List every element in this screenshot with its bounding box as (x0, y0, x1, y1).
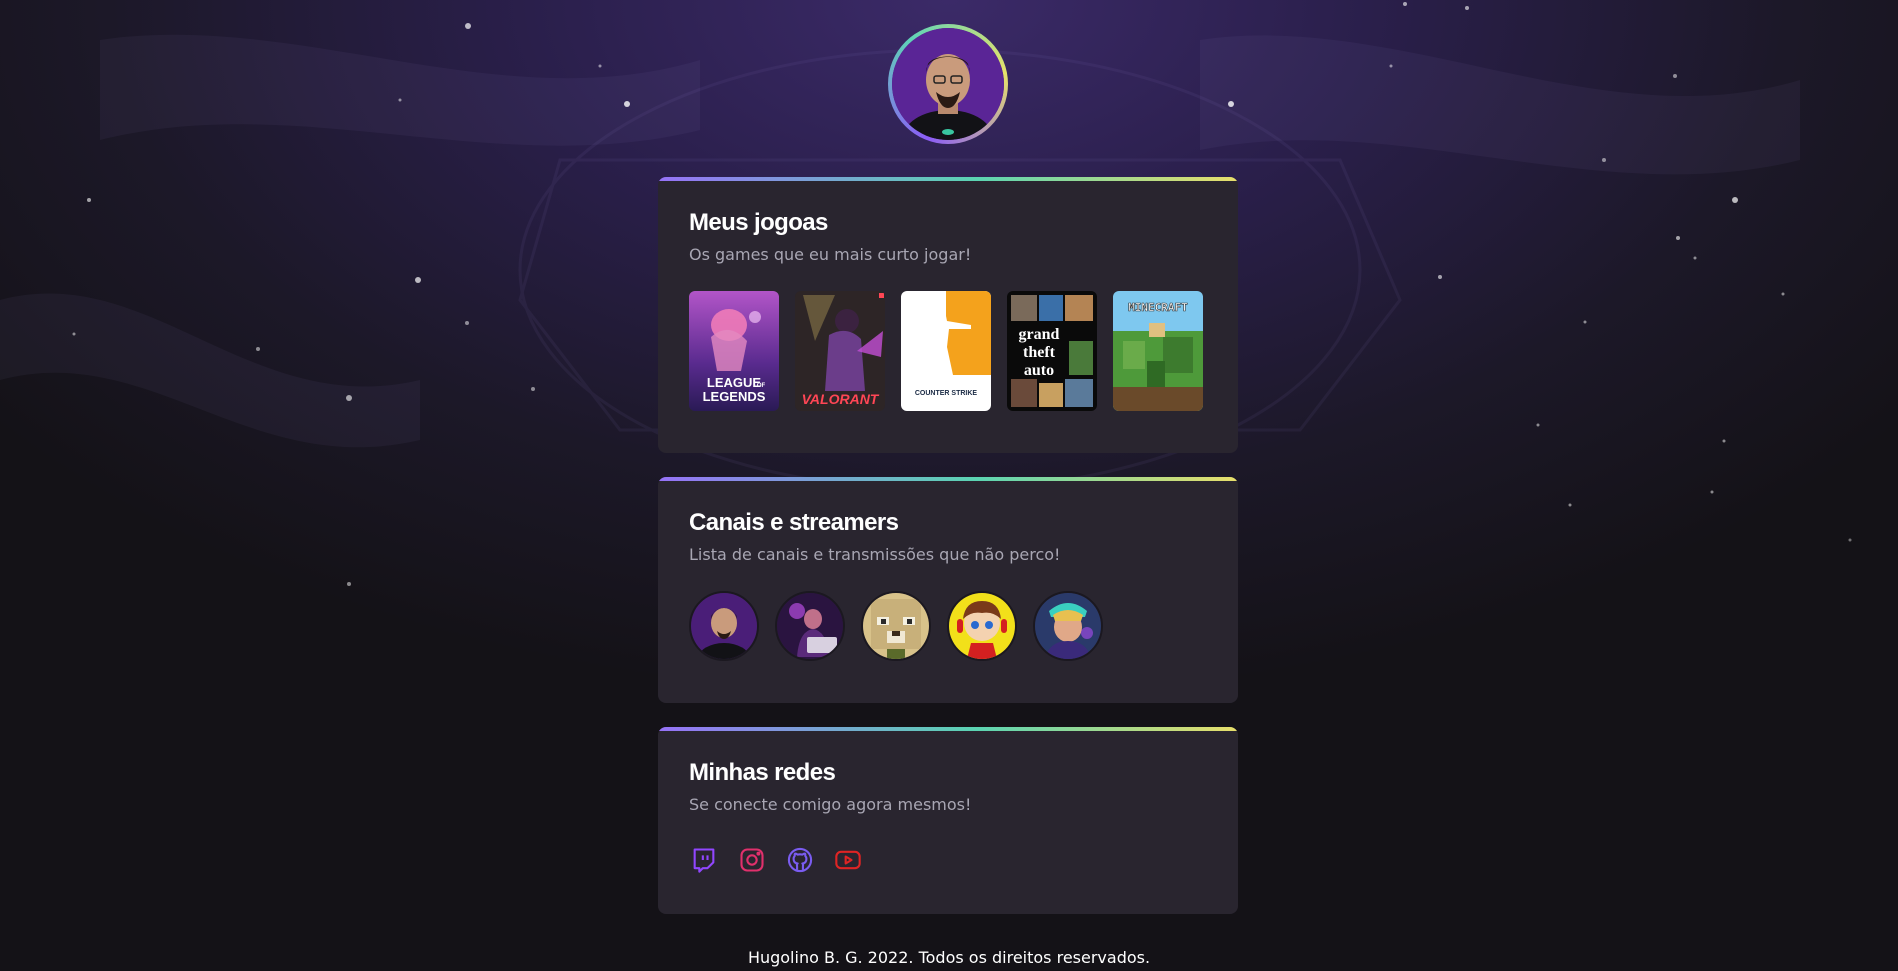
svg-text:theft: theft (1023, 344, 1056, 361)
streamer-avatar-3[interactable] (861, 591, 931, 661)
games-card-title: Meus jogoas (689, 209, 828, 236)
games-list: LEAGUE OF LEGENDS VALORANT COUNTER STRIK… (689, 291, 1207, 411)
game-league-of-legends[interactable]: LEAGUE OF LEGENDS (689, 291, 779, 411)
svg-text:MINECRAFT: MINECRAFT (1128, 301, 1188, 314)
svg-text:VALORANT: VALORANT (802, 391, 880, 407)
games-card-subtitle: Os games que eu mais curto jogar! (689, 245, 972, 264)
streamer-avatar-1[interactable] (689, 591, 759, 661)
twitch-icon (693, 848, 715, 873)
youtube-icon (835, 850, 861, 870)
streamers-list (689, 591, 1207, 661)
twitch-link[interactable] (689, 845, 719, 875)
streamers-card-subtitle: Lista de canais e transmissões que não p… (689, 545, 1061, 564)
avatar-portrait (892, 28, 1004, 140)
youtube-link[interactable] (833, 845, 863, 875)
game-valorant[interactable]: VALORANT (795, 291, 885, 411)
instagram-icon (740, 848, 764, 872)
social-card-subtitle: Se conecte comigo agora mesmos! (689, 795, 972, 814)
streamer-avatar-4[interactable] (947, 591, 1017, 661)
games-card: Meus jogoas Os games que eu mais curto j… (658, 177, 1238, 453)
profile-avatar (888, 24, 1008, 144)
github-link[interactable] (785, 845, 815, 875)
avatar (892, 28, 1004, 140)
social-links (689, 845, 1207, 875)
social-card-title: Minhas redes (689, 759, 836, 786)
svg-text:COUNTER STRIKE: COUNTER STRIKE (915, 390, 978, 397)
game-logo-text: LEAGUE (707, 375, 762, 390)
streamer-avatar-5[interactable] (1033, 591, 1103, 661)
streamer-avatar-2[interactable] (775, 591, 845, 661)
game-gta-v[interactable]: grand theft auto (1007, 291, 1097, 411)
game-counter-strike[interactable]: COUNTER STRIKE (901, 291, 991, 411)
svg-text:LEGENDS: LEGENDS (703, 389, 766, 404)
streamers-card-title: Canais e streamers (689, 509, 899, 536)
game-minecraft[interactable]: MINECRAFT (1113, 291, 1203, 411)
instagram-link[interactable] (737, 845, 767, 875)
svg-text:grand: grand (1019, 326, 1060, 343)
streamers-card: Canais e streamers Lista de canais e tra… (658, 477, 1238, 703)
social-card: Minhas redes Se conecte comigo agora mes… (658, 727, 1238, 914)
footer-copyright: Hugolino B. G. 2022. Todos os direitos r… (747, 948, 1151, 967)
svg-text:auto: auto (1024, 362, 1054, 379)
github-icon (787, 847, 813, 873)
